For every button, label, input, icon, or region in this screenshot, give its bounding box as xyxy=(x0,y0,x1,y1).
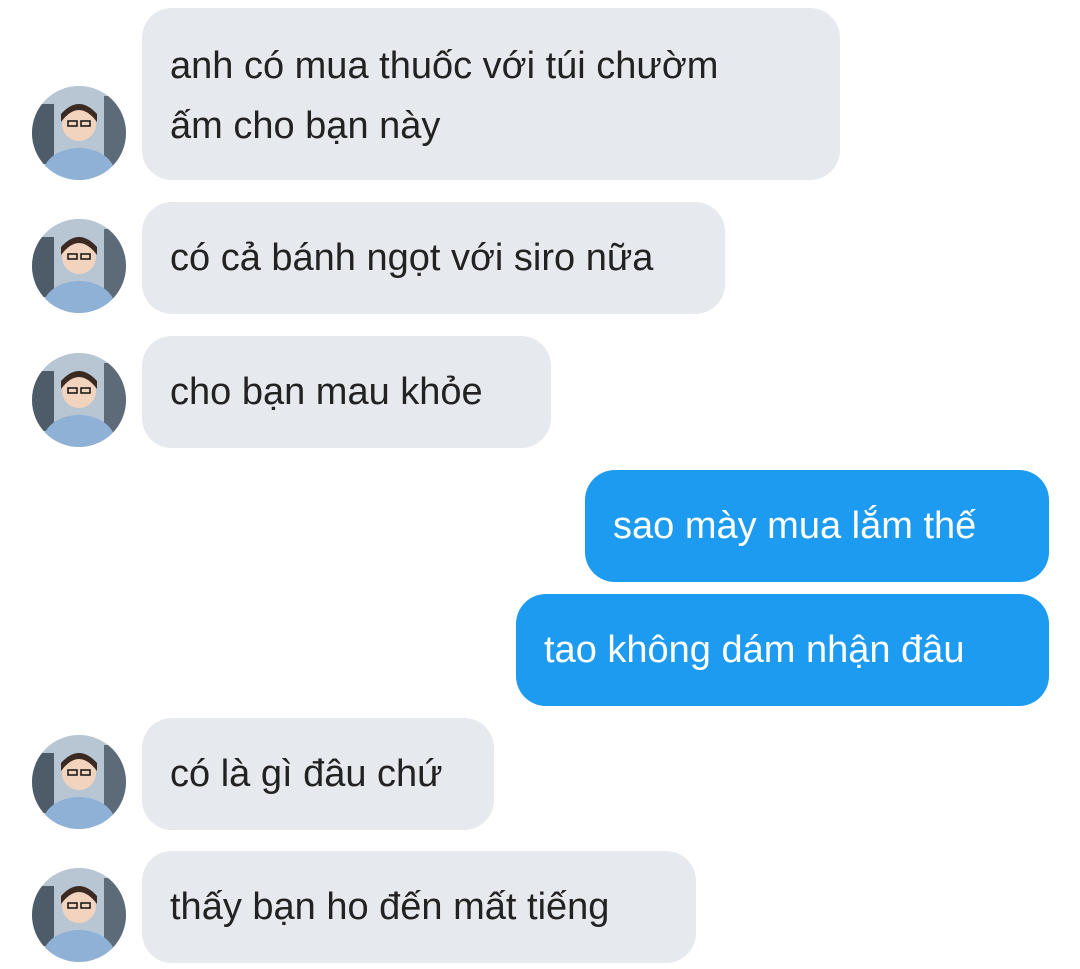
message-bubble-incoming[interactable]: có là gì đâu chứ xyxy=(142,718,494,830)
avatar-photo-icon xyxy=(32,735,126,829)
message-bubble-outgoing[interactable]: tao không dám nhận đâu xyxy=(516,594,1049,706)
contact-avatar[interactable] xyxy=(32,735,126,829)
message-bubble-incoming[interactable]: có cả bánh ngọt với siro nữa xyxy=(142,202,725,314)
avatar-photo-icon xyxy=(32,219,126,313)
message-bubble-incoming[interactable]: thấy bạn ho đến mất tiếng xyxy=(142,851,696,963)
contact-avatar[interactable] xyxy=(32,219,126,313)
avatar-photo-icon xyxy=(32,353,126,447)
contact-avatar[interactable] xyxy=(32,868,126,962)
chat-thread: anh có mua thuốc với túi chườm ấm cho bạ… xyxy=(0,0,1080,969)
avatar-photo-icon xyxy=(32,868,126,962)
contact-avatar[interactable] xyxy=(32,86,126,180)
message-bubble-outgoing[interactable]: sao mày mua lắm thế xyxy=(585,470,1049,582)
contact-avatar[interactable] xyxy=(32,353,126,447)
avatar-photo-icon xyxy=(32,86,126,180)
message-bubble-incoming[interactable]: cho bạn mau khỏe xyxy=(142,336,551,448)
message-bubble-incoming[interactable]: anh có mua thuốc với túi chườm ấm cho bạ… xyxy=(142,8,840,180)
